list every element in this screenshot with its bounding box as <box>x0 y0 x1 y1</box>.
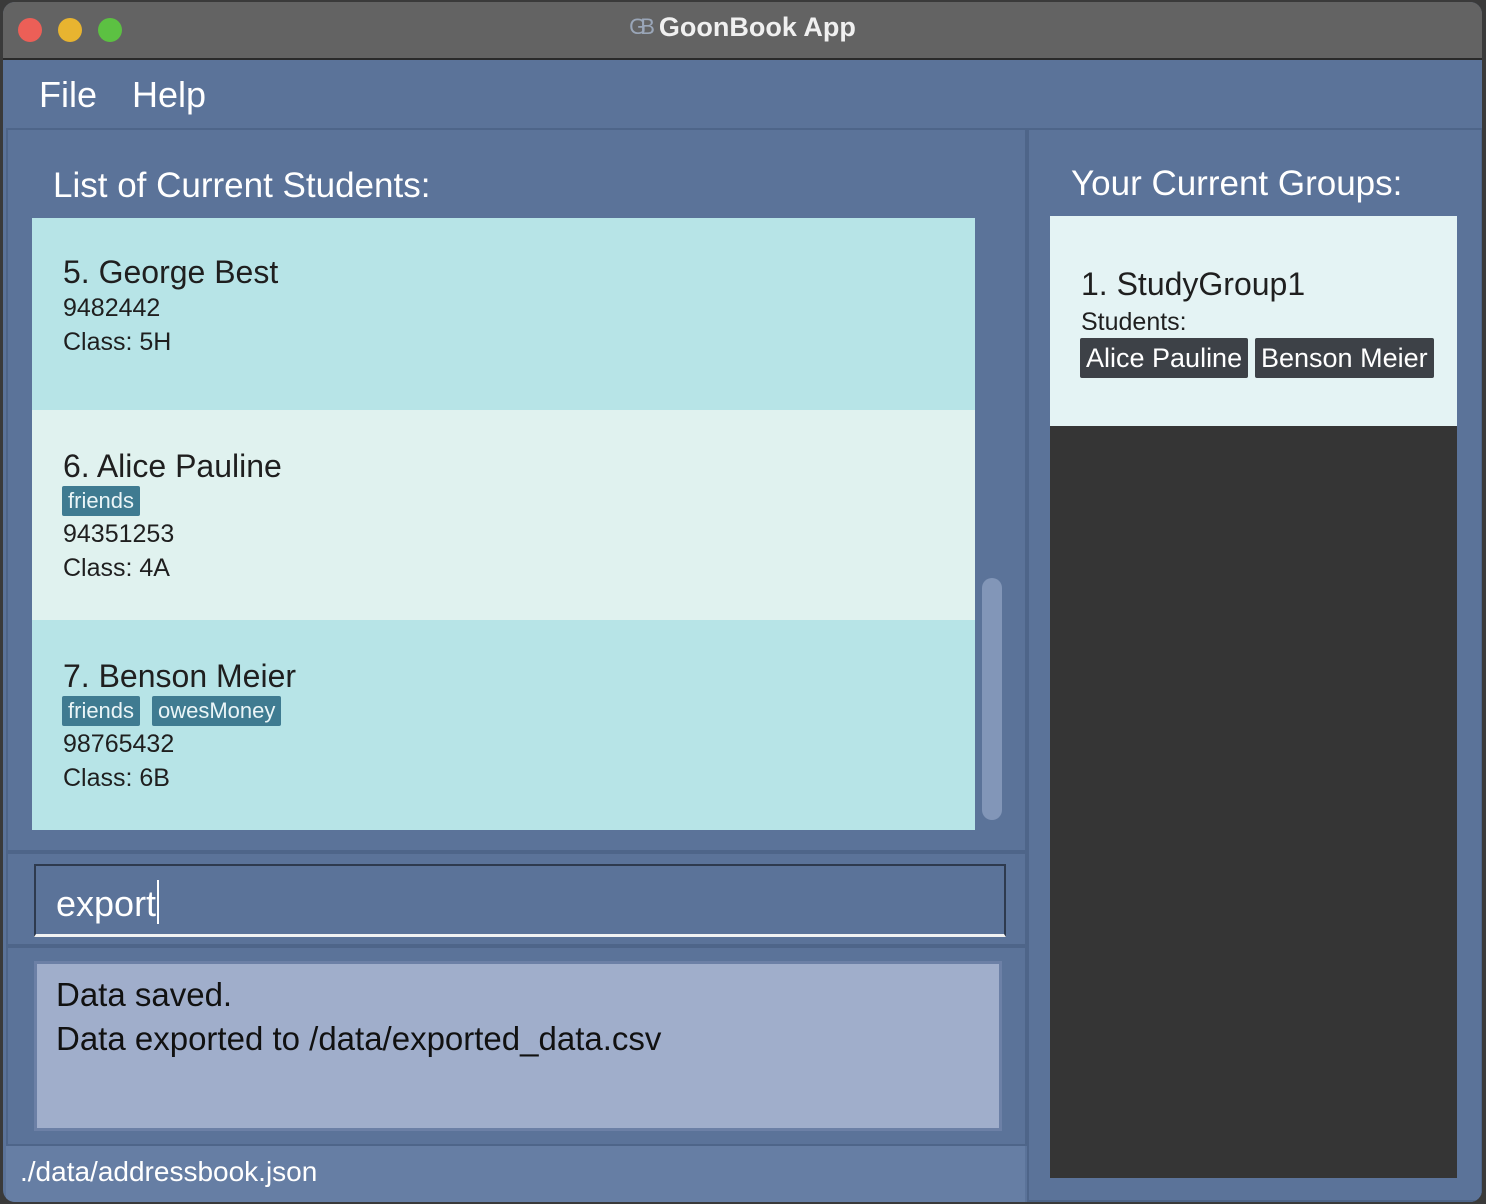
app-window: GB GoonBook App File Help List of Current… <box>3 2 1482 1202</box>
text-caret <box>157 880 160 924</box>
title-bar: GB GoonBook App <box>3 2 1482 60</box>
menu-bar: File Help <box>3 60 1482 124</box>
student-phone: 9482442 <box>63 294 161 322</box>
command-box: export <box>6 852 1027 946</box>
student-class: Class: 4A <box>63 554 170 582</box>
student-phone: 94351253 <box>63 520 175 548</box>
group-card[interactable]: 1. StudyGroup1 Students: Alice Pauline B… <box>1050 216 1457 426</box>
group-member-chip: Alice Pauline <box>1080 338 1249 378</box>
student-card[interactable]: 6. Alice Pauline friends 94351253 Class:… <box>32 410 975 620</box>
group-list: 1. StudyGroup1 Students: Alice Pauline B… <box>1050 216 1457 1178</box>
student-list-scrollbar[interactable] <box>982 578 1002 820</box>
group-list-heading: Your Current Groups: <box>1071 164 1403 203</box>
student-tag: friends <box>62 696 141 726</box>
student-list-heading: List of Current Students: <box>53 166 431 205</box>
status-bar: ./data/addressbook.json <box>6 1146 1025 1202</box>
student-name: 5. George Best <box>63 254 279 290</box>
student-list-panel: List of Current Students: 5. George Best… <box>6 128 1027 852</box>
student-card[interactable]: 5. George Best 9482442 Class: 5H <box>32 218 975 410</box>
result-panel: Data saved. Data exported to /data/expor… <box>6 946 1027 1146</box>
result-line-2: Data exported to /data/exported_data.csv <box>56 1020 662 1057</box>
result-display[interactable]: Data saved. Data exported to /data/expor… <box>34 961 1002 1131</box>
group-students-label: Students: <box>1081 308 1187 336</box>
student-class: Class: 6B <box>63 764 170 792</box>
student-tag: owesMoney <box>152 696 282 726</box>
status-file-path: ./data/addressbook.json <box>20 1156 318 1187</box>
command-input-text: export <box>56 880 160 925</box>
group-name: 1. StudyGroup1 <box>1081 266 1306 302</box>
app-logo-icon: GB <box>629 14 655 39</box>
window-title-area: GB GoonBook App <box>3 12 1482 43</box>
student-class: Class: 5H <box>63 328 172 356</box>
window-title: GoonBook App <box>658 12 856 42</box>
group-list-panel: Your Current Groups: 1. StudyGroup1 Stud… <box>1027 128 1482 1202</box>
menu-help[interactable]: Help <box>132 74 206 116</box>
group-member-chip: Benson Meier <box>1255 338 1434 378</box>
command-input[interactable]: export <box>34 864 1006 937</box>
menu-file[interactable]: File <box>39 74 97 116</box>
student-card[interactable]: 7. Benson Meier friends owesMoney 987654… <box>32 620 975 830</box>
student-name: 6. Alice Pauline <box>63 448 282 484</box>
command-value: export <box>56 883 157 924</box>
result-line-1: Data saved. <box>56 976 233 1013</box>
student-phone: 98765432 <box>63 730 175 758</box>
student-name: 7. Benson Meier <box>63 658 297 694</box>
student-tag: friends <box>62 486 141 516</box>
